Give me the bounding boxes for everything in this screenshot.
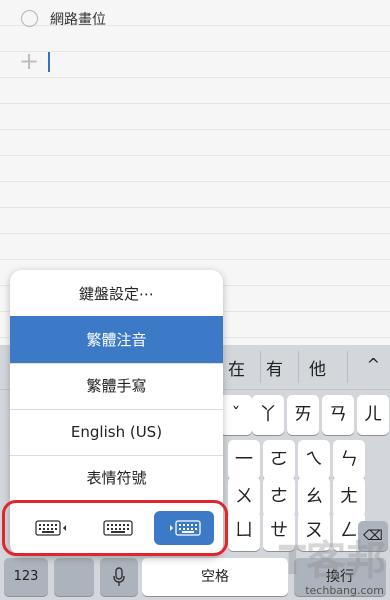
menu-item-english[interactable]: English (US) (10, 408, 223, 456)
key[interactable]: ㄟ (298, 440, 330, 480)
todo-checkbox[interactable] (21, 10, 38, 27)
menu-item-zhuyin[interactable]: 繁體注音 (10, 316, 223, 364)
divider (298, 351, 299, 383)
add-item-icon[interactable]: + (19, 49, 39, 73)
key[interactable]: ˇ (220, 395, 252, 435)
menu-item-handwriting[interactable]: 繁體手寫 (10, 362, 223, 410)
watermark-logo: T客邦 (278, 538, 386, 584)
key[interactable]: ㄩ (228, 511, 260, 551)
highlight-ring (2, 500, 228, 556)
numbers-key[interactable]: 123 (4, 558, 48, 596)
suggestion-item[interactable]: 他 (309, 355, 326, 380)
key[interactable]: ㄢ (322, 395, 354, 435)
menu-item-emoji[interactable]: 表情符號 (10, 454, 223, 502)
key[interactable]: 一 (228, 440, 260, 480)
text-cursor (48, 52, 50, 72)
todo-item-text[interactable]: 網路畫位 (50, 9, 106, 29)
microphone-icon[interactable] (100, 558, 138, 596)
divider (347, 351, 348, 383)
key[interactable]: ㄛ (263, 440, 295, 480)
space-key[interactable]: 空格 (142, 558, 288, 596)
suggestion-item[interactable]: 在 (228, 355, 245, 380)
key[interactable]: ㄣ (333, 440, 365, 480)
chevron-up-icon[interactable]: ^ (367, 355, 380, 374)
key[interactable]: 丫 (252, 395, 284, 435)
menu-item-keyboard-settings[interactable]: 鍵盤設定⋯ (10, 270, 223, 318)
divider (260, 351, 261, 383)
globe-key[interactable] (54, 558, 94, 596)
key[interactable]: ㄦ (357, 395, 389, 435)
suggestion-item[interactable]: 有 (266, 355, 283, 380)
key[interactable]: ㄞ (287, 395, 319, 435)
watermark-site: techbang.com (305, 584, 384, 597)
